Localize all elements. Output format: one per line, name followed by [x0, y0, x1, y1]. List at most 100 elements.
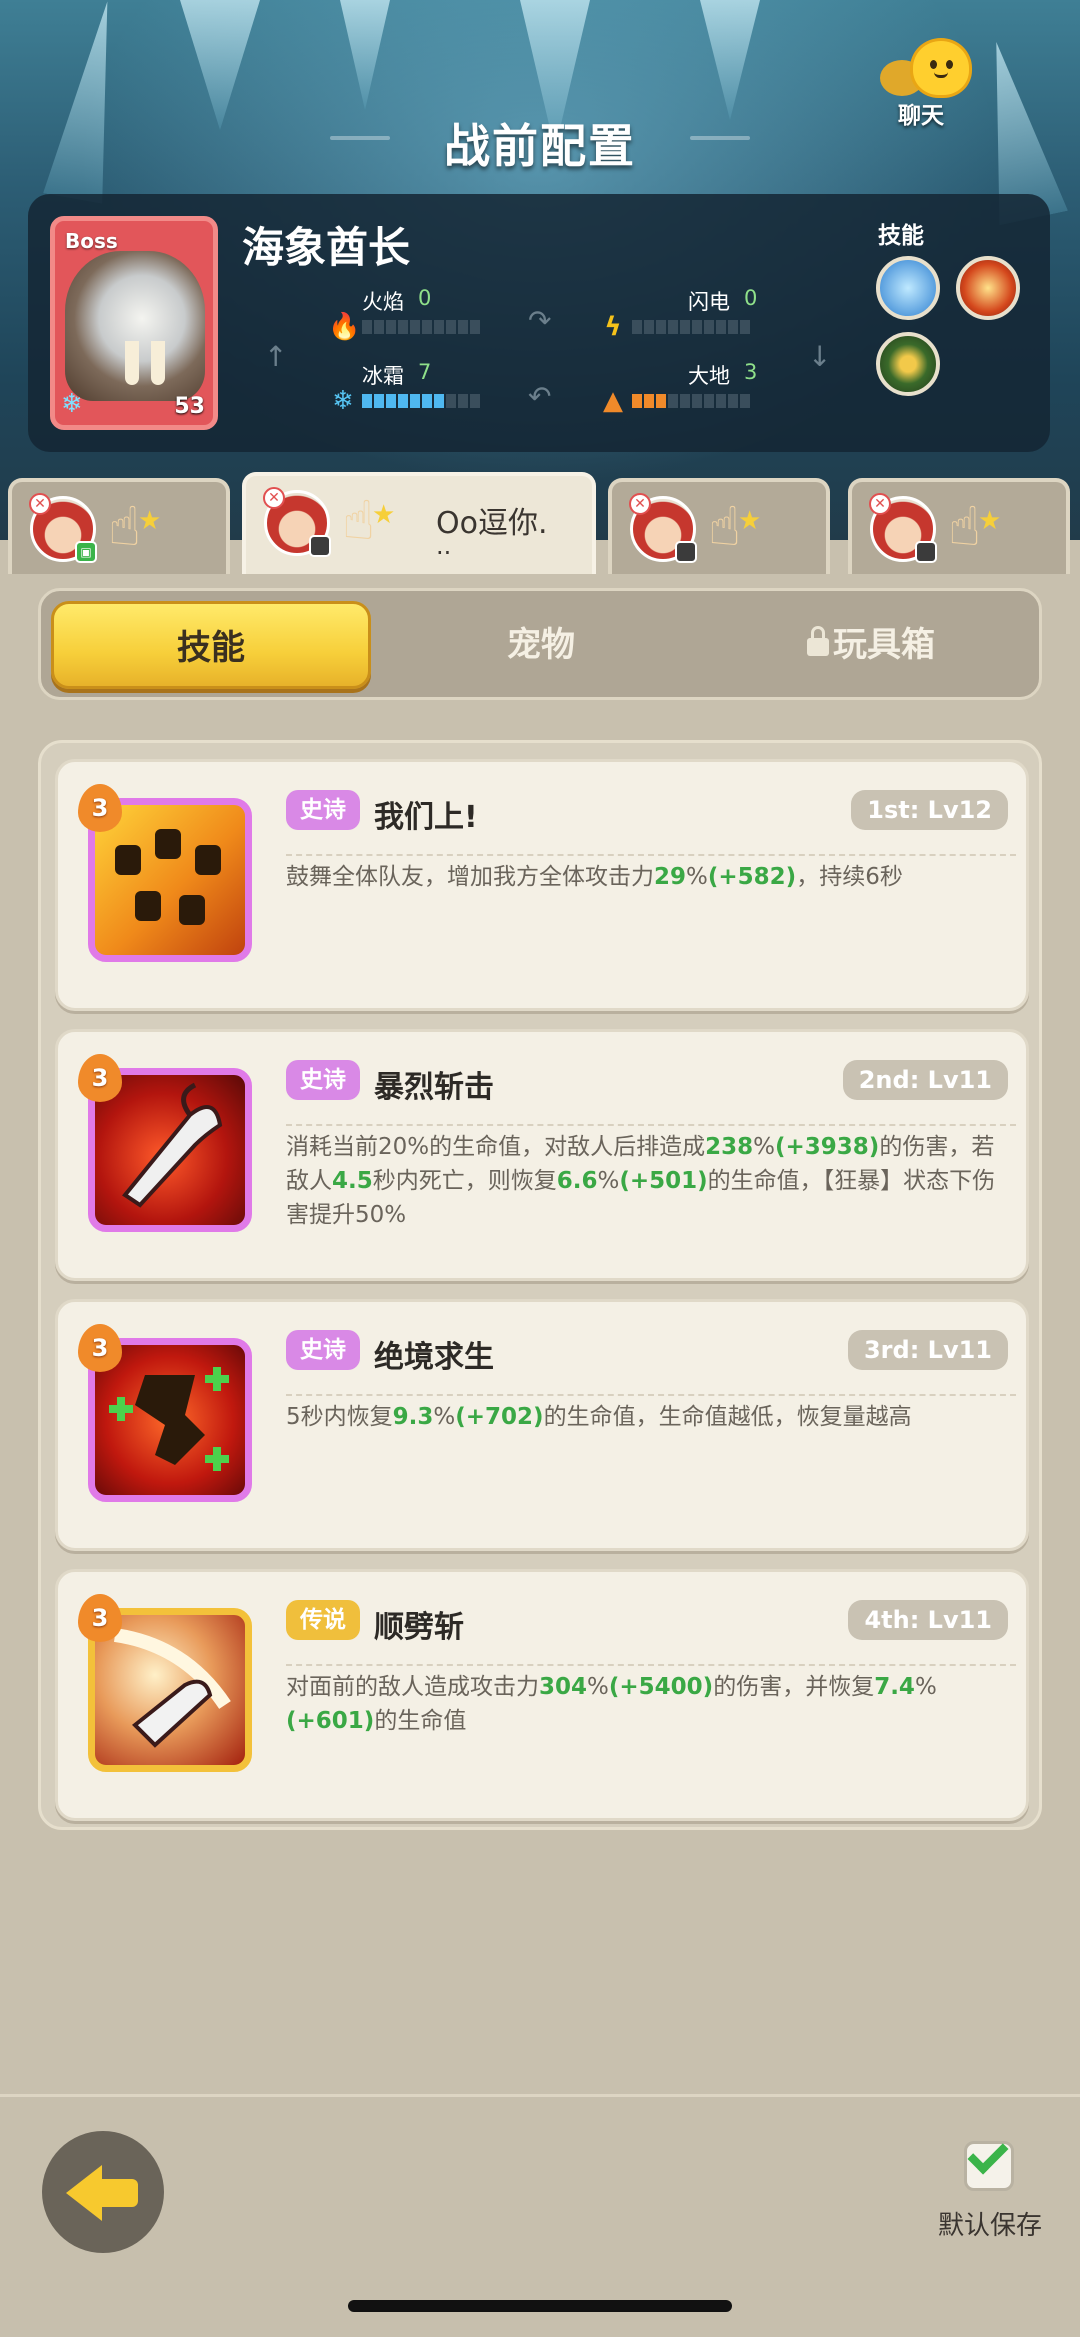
remove-icon[interactable]: ✕	[263, 487, 285, 509]
element-lightning: 闪电 0 ϟ	[598, 286, 898, 346]
bar-segment	[410, 394, 420, 408]
skill-name: 我们上!	[374, 800, 478, 835]
skill-card[interactable]: 3 史诗 我们上! 1st: Lv12 鼓舞全体队友，增加我方全体攻击力29%(…	[55, 759, 1029, 1011]
skill-level-badge: 3	[78, 1054, 122, 1102]
fire-icon: 🔥	[328, 312, 361, 342]
skill-card[interactable]: 3 史诗 暴烈斩击 2nd: Lv11 消耗当前20%的生命值，对敌人后排造成2…	[55, 1029, 1029, 1281]
rarity-tag: 传说	[286, 1600, 360, 1640]
frost-value: 7	[418, 360, 432, 384]
lightning-bar	[632, 320, 750, 334]
bar-segment	[374, 394, 384, 408]
home-indicator[interactable]	[348, 2300, 732, 2312]
skill-level-badge: 3	[78, 784, 122, 832]
bar-segment	[434, 394, 444, 408]
bar-segment	[386, 320, 396, 334]
team-member-tab-3[interactable]: ✕ ☝ ★	[608, 478, 830, 574]
lightning-value: 0	[744, 286, 758, 310]
earth-label: 大地	[688, 364, 730, 388]
element-fire: 火焰 0 🔥	[328, 286, 628, 346]
boss-level: 53	[174, 394, 205, 419]
chat-button[interactable]: 聊天	[880, 30, 990, 130]
cycle-arrow-icon: ↶	[528, 380, 552, 413]
desc-text: 秒内死亡，则恢复	[372, 1168, 557, 1194]
highlight-value: (+3938)	[775, 1134, 880, 1160]
toybox-label: 玩具箱	[833, 625, 935, 665]
ios-icon	[675, 541, 697, 563]
tab-toybox[interactable]: 玩具箱	[711, 601, 1031, 689]
bar-segment	[632, 320, 642, 334]
tab-skills[interactable]: 技能	[51, 601, 371, 689]
highlight-value: (+501)	[619, 1168, 708, 1194]
highlight-value: (+702)	[455, 1404, 544, 1430]
skill-name: 绝境求生	[374, 1340, 494, 1375]
highlight-value: (+582)	[707, 864, 797, 890]
remove-icon[interactable]: ✕	[29, 493, 51, 515]
back-button[interactable]	[42, 2131, 164, 2253]
highlight-value: 29	[654, 864, 687, 890]
desc-text: %	[597, 1168, 620, 1194]
skill-description: 鼓舞全体队友，增加我方全体攻击力29%(+582)，持续6秒	[286, 860, 1016, 894]
ios-icon	[309, 535, 331, 557]
skill-level-badge: 3	[78, 1594, 122, 1642]
hero-avatar: ✕	[629, 493, 697, 563]
remove-icon[interactable]: ✕	[869, 493, 891, 515]
bar-segment	[644, 320, 654, 334]
bar-segment	[716, 394, 726, 408]
desc-text: 的生命值	[374, 1708, 467, 1734]
skill-list[interactable]: 3 史诗 我们上! 1st: Lv12 鼓舞全体队友，增加我方全体攻击力29%(…	[38, 740, 1042, 1830]
desc-text: 消耗当前20%的生命值，对敌人后排造成	[286, 1134, 706, 1160]
bar-segment	[470, 320, 480, 334]
bar-segment	[446, 394, 456, 408]
team-member-tab-1[interactable]: ✕ ▣ ☝ ★	[8, 478, 230, 574]
desc-text: %	[914, 1674, 937, 1700]
highlight-value: 6.6	[556, 1168, 598, 1194]
fire-value: 0	[418, 286, 432, 310]
desc-text: 对面前的敌人造成攻击力	[286, 1674, 539, 1700]
rarity-tag: 史诗	[286, 1060, 360, 1100]
back-arrow-icon	[66, 2165, 102, 2221]
bar-segment	[446, 320, 456, 334]
element-earth: 大地 3 ▲	[598, 360, 898, 420]
boss-skill-ice-icon[interactable]	[876, 256, 940, 320]
frost-element-icon: ❄	[61, 389, 83, 419]
remove-icon[interactable]: ✕	[629, 493, 651, 515]
earth-icon: ▲	[603, 386, 623, 416]
cycle-arrow-icon: ↑	[264, 340, 288, 373]
tab-pets[interactable]: 宠物	[381, 601, 701, 689]
bar-segment	[458, 320, 468, 334]
skill-level-badge: 3	[78, 1324, 122, 1372]
highlight-value: 304	[539, 1674, 588, 1700]
skill-card[interactable]: 3 史诗 绝境求生 3rd: Lv11 5秒内恢复9.3%(+702)的生命值，…	[55, 1299, 1029, 1551]
bar-segment	[668, 320, 678, 334]
team-member-tab-2[interactable]: ✕ ☝ ★ Oo逗你. ..	[242, 472, 596, 574]
bar-segment	[434, 320, 444, 334]
desc-text: %	[753, 1134, 775, 1160]
tap-hand-icon: ☝ ★	[948, 495, 1002, 558]
highlight-value: 7.4	[874, 1674, 915, 1700]
fire-bar	[362, 320, 480, 334]
skill-description: 消耗当前20%的生命值，对敌人后排造成238%(+3938)的伤害，若敌人4.5…	[286, 1130, 1016, 1232]
skill-card[interactable]: 3 传说 顺劈斩 4th: Lv11 对面前的敌人造成攻击力304%(+5400…	[55, 1569, 1029, 1821]
boss-skill-slash-icon[interactable]	[956, 256, 1020, 320]
bar-segment	[680, 394, 690, 408]
bar-segment	[728, 394, 738, 408]
player-name: Oo逗你.	[436, 506, 548, 541]
default-save-toggle[interactable]: 默认保存	[930, 2133, 1050, 2241]
bar-segment	[632, 394, 642, 408]
skill-description: 对面前的敌人造成攻击力304%(+5400)的伤害，并恢复7.4%(+601)的…	[286, 1670, 1016, 1738]
boss-portrait[interactable]: Boss ❄ 53	[50, 216, 218, 430]
highlight-value: (+601)	[286, 1708, 375, 1734]
bar-segment	[704, 320, 714, 334]
rarity-tag: 史诗	[286, 1330, 360, 1370]
ios-icon	[915, 541, 937, 563]
earth-bar	[632, 394, 750, 408]
bar-segment	[680, 320, 690, 334]
element-frost: 冰霜 7 ❄	[328, 360, 628, 420]
team-member-tab-4[interactable]: ✕ ☝ ★	[848, 478, 1070, 574]
bar-segment	[386, 394, 396, 408]
boss-skill-beast-icon[interactable]	[876, 332, 940, 396]
bar-segment	[410, 320, 420, 334]
tap-hand-icon: ☝ ★	[108, 495, 162, 558]
bar-segment	[422, 394, 432, 408]
default-save-label: 默认保存	[937, 2211, 1042, 2241]
